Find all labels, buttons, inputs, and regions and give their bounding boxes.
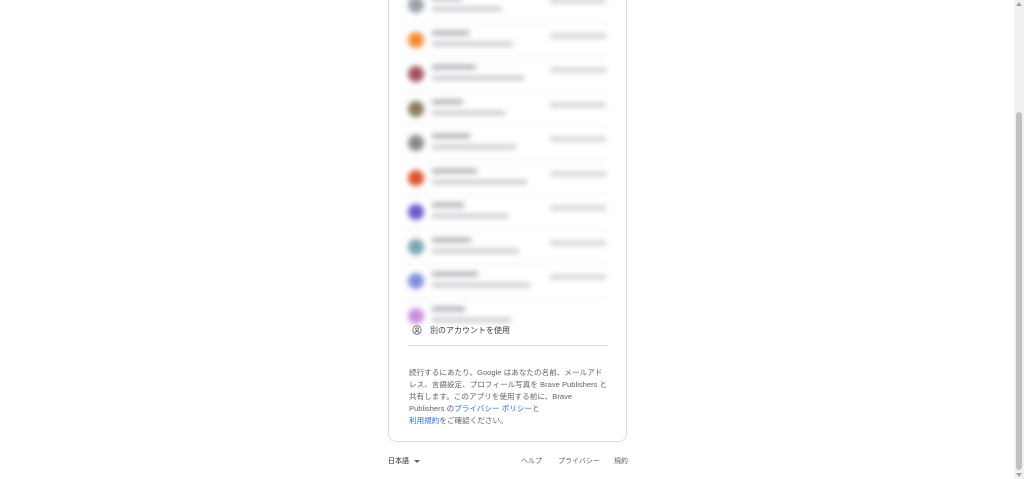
account-status-redacted [550, 0, 606, 3]
account-name-redacted [432, 65, 476, 69]
page-scrollbar[interactable] [1014, 0, 1024, 479]
help-link[interactable]: ヘルプ [521, 456, 542, 466]
account-row-redacted[interactable] [404, 299, 608, 327]
account-status-redacted [550, 68, 606, 72]
account-email-redacted [432, 110, 505, 115]
avatar [408, 273, 424, 289]
account-status-redacted [550, 240, 606, 245]
account-name-redacted [432, 99, 463, 104]
account-name-redacted [432, 203, 464, 207]
account-email-redacted [432, 248, 519, 253]
account-row-redacted[interactable] [404, 230, 608, 264]
use-another-account-button[interactable]: 別のアカウントを使用 [408, 323, 608, 346]
account-email-redacted [432, 76, 524, 80]
avatar [408, 238, 424, 255]
account-status-redacted [550, 275, 606, 279]
language-selector[interactable]: 日本語 [388, 456, 420, 466]
account-status-redacted [550, 33, 606, 38]
account-row-redacted[interactable] [404, 264, 608, 299]
account-status-redacted [550, 206, 606, 210]
account-email-redacted [432, 214, 508, 218]
account-email-redacted [432, 283, 530, 287]
account-name-redacted [432, 272, 478, 276]
account-row-redacted[interactable] [404, 92, 608, 126]
terms-of-service-link[interactable]: 利用規約 [409, 416, 439, 425]
account-status-redacted [550, 171, 606, 176]
account-row-redacted[interactable] [404, 161, 608, 195]
avatar [408, 66, 424, 82]
account-row-redacted[interactable] [404, 126, 608, 161]
privacy-link[interactable]: プライバシー [558, 456, 600, 466]
avatar [408, 307, 424, 324]
account-name-redacted [432, 168, 477, 173]
account-circle-icon [412, 325, 422, 335]
terms-link[interactable]: 規約 [614, 456, 628, 466]
account-email-redacted [432, 317, 511, 322]
language-label: 日本語 [388, 458, 409, 465]
account-status-redacted [550, 137, 606, 141]
avatar [408, 31, 424, 48]
account-email-redacted [432, 7, 502, 11]
account-email-redacted [432, 179, 527, 184]
account-row-redacted[interactable] [404, 57, 608, 92]
avatar [408, 0, 424, 13]
avatar [408, 204, 424, 220]
disclaimer-text-3: をご確認ください。 [439, 415, 508, 425]
account-name-redacted [432, 30, 469, 35]
account-name-redacted [432, 134, 470, 138]
account-status-redacted [550, 102, 606, 107]
dropdown-caret-icon [414, 459, 420, 463]
account-name-redacted [432, 237, 471, 242]
account-row-redacted[interactable] [404, 0, 608, 23]
account-email-redacted [432, 41, 513, 46]
account-name-redacted [432, 306, 465, 311]
consent-disclaimer: 続行するにあたり、Google はあなたの名前、メールアドレス、言語設定、プロフ… [409, 367, 609, 427]
account-list [390, 0, 640, 326]
avatar [408, 100, 424, 117]
avatar [408, 169, 424, 186]
avatar [408, 135, 424, 151]
account-email-redacted [432, 145, 516, 149]
account-row-redacted[interactable] [404, 195, 608, 230]
scrollbar-thumb[interactable] [1016, 112, 1022, 470]
account-row-redacted[interactable] [404, 23, 608, 57]
privacy-policy-link[interactable]: プライバシー ポリシー [454, 404, 532, 413]
disclaimer-text-2: と [532, 403, 540, 413]
scroll-down-icon[interactable] [1016, 473, 1022, 477]
scroll-up-icon[interactable] [1016, 2, 1022, 6]
use-another-account-label: 別のアカウントを使用 [430, 326, 510, 335]
